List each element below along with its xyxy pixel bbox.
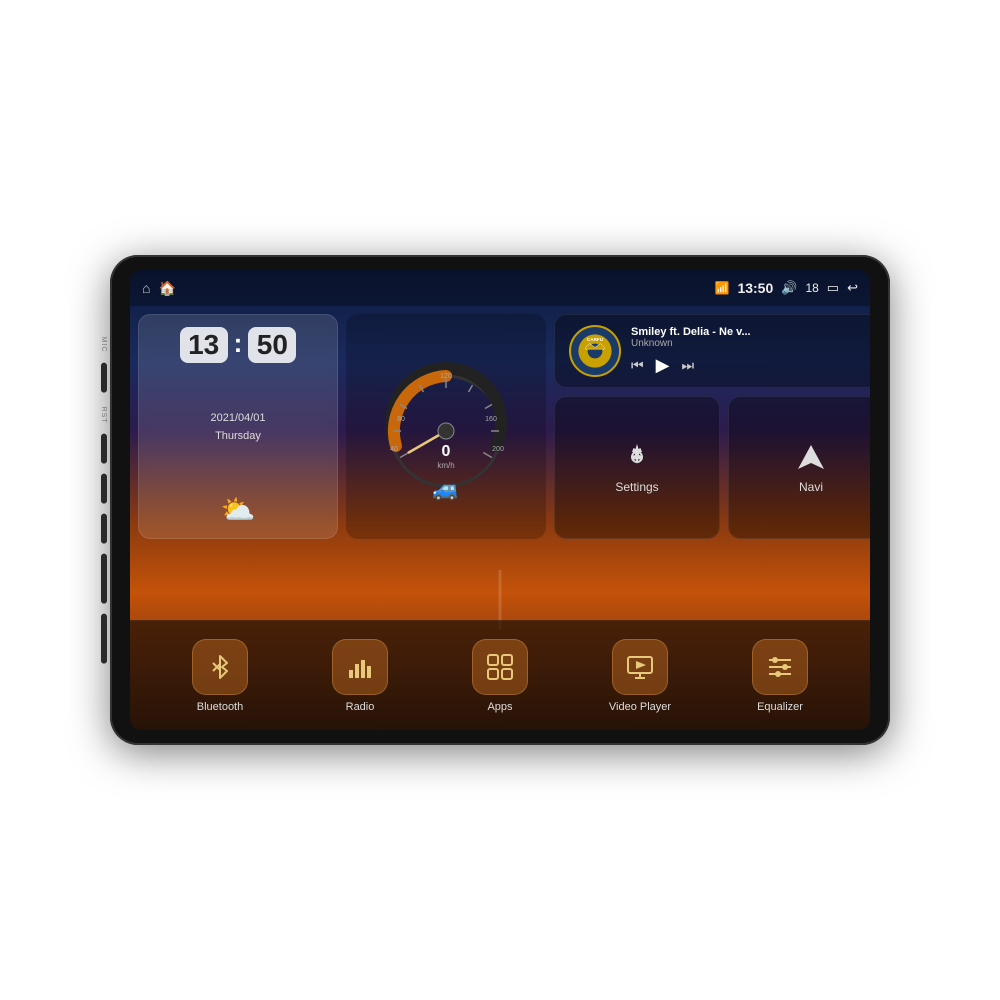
video-player-button[interactable]: Video Player [570, 639, 710, 713]
play-button[interactable]: ▶ [656, 355, 670, 376]
music-widget[interactable]: CARFU Smiley ft. Delia - Ne v... Unknown… [554, 314, 870, 388]
equalizer-icon-wrap [752, 639, 808, 695]
side-buttons: MIC RST [100, 337, 107, 664]
next-button[interactable]: ⏭ [681, 357, 694, 374]
status-bar: ⌂ 🏠 📶 13:50 🔊 18 ▭ ↩ [130, 270, 870, 306]
back-icon[interactable]: ↩ [847, 280, 858, 296]
house-icon[interactable]: 🏠 [158, 280, 175, 297]
battery-icon: ▭ [827, 280, 839, 296]
radio-icon-wrap [332, 639, 388, 695]
settings-label: Settings [615, 480, 658, 494]
side-button-back[interactable] [101, 513, 107, 543]
bluetooth-label: Bluetooth [197, 701, 243, 713]
home-icon[interactable]: ⌂ [142, 280, 150, 296]
status-time: 13:50 [737, 280, 773, 296]
clock-hours: 13 [180, 327, 228, 363]
screen: ⌂ 🏠 📶 13:50 🔊 18 ▭ ↩ 13 : 50 [130, 270, 870, 730]
svg-text:40: 40 [390, 446, 398, 453]
navi-button[interactable]: Navi [728, 396, 870, 539]
clock-colon: : [234, 328, 243, 359]
navigation-icon [796, 442, 826, 472]
radio-icon [345, 652, 375, 682]
mic-label: MIC [100, 337, 107, 353]
svg-text:80: 80 [397, 416, 405, 423]
song-artist: Unknown [631, 338, 870, 349]
song-title: Smiley ft. Delia - Ne v... [631, 326, 870, 338]
side-button-vol-up[interactable] [101, 553, 107, 603]
side-button-power[interactable] [101, 433, 107, 463]
settings-navi-row: Settings Navi [554, 396, 870, 539]
apps-grid-icon [485, 652, 515, 682]
bluetooth-icon-wrap [192, 639, 248, 695]
bluetooth-button[interactable]: Bluetooth [150, 639, 290, 713]
bottom-app-bar: Bluetooth Radio [130, 620, 870, 730]
wifi-icon: 📶 [714, 281, 729, 295]
side-button-home[interactable] [101, 473, 107, 503]
speedometer-svg: 40 80 120 160 200 0 km/h [376, 351, 516, 491]
status-left-icons: ⌂ 🏠 [142, 280, 176, 297]
music-info: Smiley ft. Delia - Ne v... Unknown ⏮ ▶ ⏭ [631, 326, 870, 376]
volume-icon: 🔊 [781, 280, 797, 296]
right-widgets: CARFU Smiley ft. Delia - Ne v... Unknown… [554, 314, 870, 539]
radio-button[interactable]: Radio [290, 639, 430, 713]
volume-level: 18 [805, 281, 818, 295]
car-head-unit: MIC RST ⌂ 🏠 📶 13:50 🔊 18 [110, 255, 890, 745]
clock-widget: 13 : 50 2021/04/01 Thursday ⛅ [138, 314, 338, 539]
svg-text:120: 120 [440, 373, 452, 380]
bluetooth-icon [205, 652, 235, 682]
video-player-label: Video Player [609, 701, 671, 713]
status-right-info: 📶 13:50 🔊 18 ▭ ↩ [714, 280, 858, 296]
music-controls: ⏮ ▶ ⏭ [631, 355, 870, 376]
apps-label: Apps [487, 701, 512, 713]
apps-icon-wrap [472, 639, 528, 695]
navi-label: Navi [799, 480, 823, 494]
clock-display: 13 : 50 [180, 327, 297, 363]
prev-button[interactable]: ⏮ [631, 357, 644, 374]
main-content: 13 : 50 2021/04/01 Thursday ⛅ [130, 306, 870, 620]
car-icon: 🚙 [432, 476, 459, 502]
svg-text:0: 0 [442, 443, 451, 460]
speedometer-widget: 40 80 120 160 200 0 km/h 🚙 [346, 314, 546, 539]
clock-date: 2021/04/01 Thursday [210, 410, 265, 445]
side-button-vol-down[interactable] [101, 613, 107, 663]
rst-label: RST [100, 406, 107, 423]
side-button-1[interactable] [101, 362, 107, 392]
apps-button[interactable]: Apps [430, 639, 570, 713]
svg-text:CARFU: CARFU [587, 337, 604, 342]
clock-minutes: 50 [248, 327, 296, 363]
equalizer-label: Equalizer [757, 701, 803, 713]
video-icon-wrap [612, 639, 668, 695]
settings-gear-icon [622, 442, 652, 472]
settings-button[interactable]: Settings [554, 396, 720, 539]
weather-icon: ⛅ [221, 493, 256, 526]
svg-text:200: 200 [492, 446, 504, 453]
equalizer-button[interactable]: Equalizer [710, 639, 850, 713]
radio-label: Radio [346, 701, 375, 713]
equalizer-icon [765, 652, 795, 682]
album-art: CARFU [569, 325, 621, 377]
svg-text:km/h: km/h [437, 461, 454, 470]
video-player-icon [625, 652, 655, 682]
svg-text:160: 160 [485, 416, 497, 423]
